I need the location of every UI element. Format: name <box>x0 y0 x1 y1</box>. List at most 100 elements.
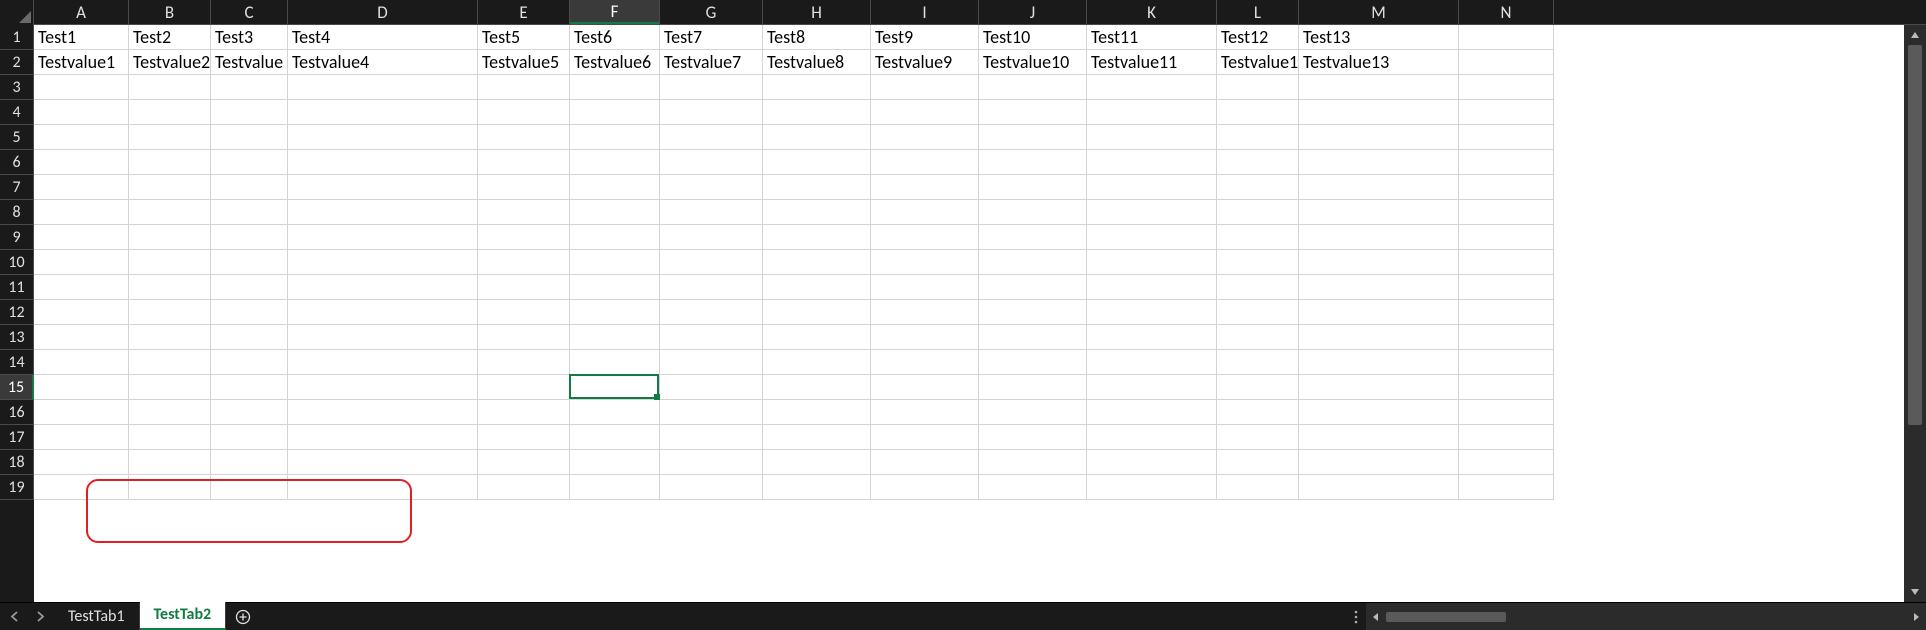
column-header-K[interactable]: K <box>1087 0 1217 24</box>
cell-F17[interactable] <box>570 425 660 450</box>
cell-D11[interactable] <box>288 275 478 300</box>
cell-A17[interactable] <box>34 425 129 450</box>
cell-F10[interactable] <box>570 250 660 275</box>
cell-L15[interactable] <box>1217 375 1299 400</box>
column-header-A[interactable]: A <box>34 0 129 24</box>
horizontal-scrollbar[interactable] <box>1366 603 1926 630</box>
cell-D16[interactable] <box>288 400 478 425</box>
cell-C15[interactable] <box>211 375 288 400</box>
cell-C7[interactable] <box>211 175 288 200</box>
row-header-15[interactable]: 15 <box>0 375 34 400</box>
cell-J5[interactable] <box>979 125 1087 150</box>
cell-E13[interactable] <box>478 325 570 350</box>
cell-L4[interactable] <box>1217 100 1299 125</box>
cell-H8[interactable] <box>763 200 871 225</box>
cell-B17[interactable] <box>129 425 211 450</box>
cell-E16[interactable] <box>478 400 570 425</box>
cell-D4[interactable] <box>288 100 478 125</box>
cell-A13[interactable] <box>34 325 129 350</box>
cell-L1[interactable]: Test12 <box>1217 25 1299 50</box>
cell-F15[interactable] <box>570 375 660 400</box>
cell-I18[interactable] <box>871 450 979 475</box>
cell-I8[interactable] <box>871 200 979 225</box>
cell-M15[interactable] <box>1299 375 1459 400</box>
cell-I15[interactable] <box>871 375 979 400</box>
cell-I3[interactable] <box>871 75 979 100</box>
cell-M17[interactable] <box>1299 425 1459 450</box>
cell-E19[interactable] <box>478 475 570 500</box>
cell-J19[interactable] <box>979 475 1087 500</box>
cell-F4[interactable] <box>570 100 660 125</box>
column-header-M[interactable]: M <box>1299 0 1459 24</box>
row-header-10[interactable]: 10 <box>0 250 34 275</box>
cell-G16[interactable] <box>660 400 763 425</box>
cell-B2[interactable]: Testvalue2 <box>129 50 211 75</box>
cell-N8[interactable] <box>1459 200 1554 225</box>
cell-G13[interactable] <box>660 325 763 350</box>
cell-J4[interactable] <box>979 100 1087 125</box>
cell-L2[interactable]: Testvalue1 <box>1217 50 1299 75</box>
cell-N16[interactable] <box>1459 400 1554 425</box>
cell-K9[interactable] <box>1087 225 1217 250</box>
cell-H2[interactable]: Testvalue8 <box>763 50 871 75</box>
cell-G12[interactable] <box>660 300 763 325</box>
cell-M8[interactable] <box>1299 200 1459 225</box>
cell-M12[interactable] <box>1299 300 1459 325</box>
cell-F12[interactable] <box>570 300 660 325</box>
cell-G9[interactable] <box>660 225 763 250</box>
cell-F14[interactable] <box>570 350 660 375</box>
cell-F11[interactable] <box>570 275 660 300</box>
cell-C13[interactable] <box>211 325 288 350</box>
cell-K16[interactable] <box>1087 400 1217 425</box>
cell-N6[interactable] <box>1459 150 1554 175</box>
cell-I19[interactable] <box>871 475 979 500</box>
cell-K1[interactable]: Test11 <box>1087 25 1217 50</box>
cell-I16[interactable] <box>871 400 979 425</box>
cell-H18[interactable] <box>763 450 871 475</box>
cell-K8[interactable] <box>1087 200 1217 225</box>
row-header-12[interactable]: 12 <box>0 300 34 325</box>
cell-J8[interactable] <box>979 200 1087 225</box>
cell-F9[interactable] <box>570 225 660 250</box>
cell-N2[interactable] <box>1459 50 1554 75</box>
vscroll-track[interactable] <box>1904 45 1926 582</box>
cell-M9[interactable] <box>1299 225 1459 250</box>
cell-J15[interactable] <box>979 375 1087 400</box>
cell-F6[interactable] <box>570 150 660 175</box>
tab-nav-prev-icon[interactable] <box>6 611 22 622</box>
cell-J10[interactable] <box>979 250 1087 275</box>
cell-A10[interactable] <box>34 250 129 275</box>
cell-L13[interactable] <box>1217 325 1299 350</box>
cell-D5[interactable] <box>288 125 478 150</box>
cell-B16[interactable] <box>129 400 211 425</box>
cell-L3[interactable] <box>1217 75 1299 100</box>
cell-A18[interactable] <box>34 450 129 475</box>
cell-G1[interactable]: Test7 <box>660 25 763 50</box>
cell-N18[interactable] <box>1459 450 1554 475</box>
cell-L18[interactable] <box>1217 450 1299 475</box>
cell-H17[interactable] <box>763 425 871 450</box>
row-header-14[interactable]: 14 <box>0 350 34 375</box>
cell-M13[interactable] <box>1299 325 1459 350</box>
cell-F5[interactable] <box>570 125 660 150</box>
cell-N13[interactable] <box>1459 325 1554 350</box>
cell-N17[interactable] <box>1459 425 1554 450</box>
cell-D3[interactable] <box>288 75 478 100</box>
cell-A15[interactable] <box>34 375 129 400</box>
column-header-G[interactable]: G <box>660 0 763 24</box>
cell-B19[interactable] <box>129 475 211 500</box>
cell-N4[interactable] <box>1459 100 1554 125</box>
cell-N12[interactable] <box>1459 300 1554 325</box>
cell-H14[interactable] <box>763 350 871 375</box>
row-header-9[interactable]: 9 <box>0 225 34 250</box>
cell-K19[interactable] <box>1087 475 1217 500</box>
cell-J17[interactable] <box>979 425 1087 450</box>
cell-A19[interactable] <box>34 475 129 500</box>
column-header-E[interactable]: E <box>478 0 570 24</box>
cell-L7[interactable] <box>1217 175 1299 200</box>
cell-J2[interactable]: Testvalue10 <box>979 50 1087 75</box>
column-header-I[interactable]: I <box>871 0 979 24</box>
cell-J12[interactable] <box>979 300 1087 325</box>
cell-N1[interactable] <box>1459 25 1554 50</box>
cell-G19[interactable] <box>660 475 763 500</box>
